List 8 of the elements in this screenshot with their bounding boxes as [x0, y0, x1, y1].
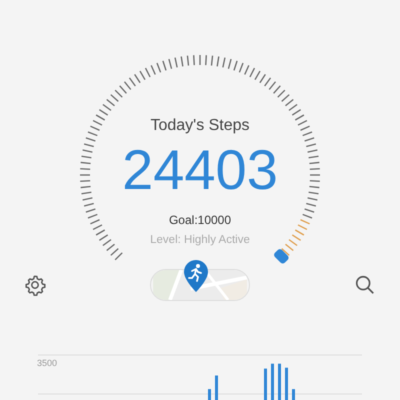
- axis-label: 3500: [37, 358, 58, 368]
- search-icon[interactable]: [354, 274, 376, 296]
- step-count: 24403: [122, 140, 278, 200]
- activity-level: Level: Highly Active: [150, 233, 250, 248]
- gauge-title: Today's Steps: [150, 116, 250, 136]
- settings-icon[interactable]: [24, 274, 46, 296]
- goal-text: Goal:10000: [168, 212, 232, 228]
- runner-pin-icon[interactable]: [183, 259, 209, 293]
